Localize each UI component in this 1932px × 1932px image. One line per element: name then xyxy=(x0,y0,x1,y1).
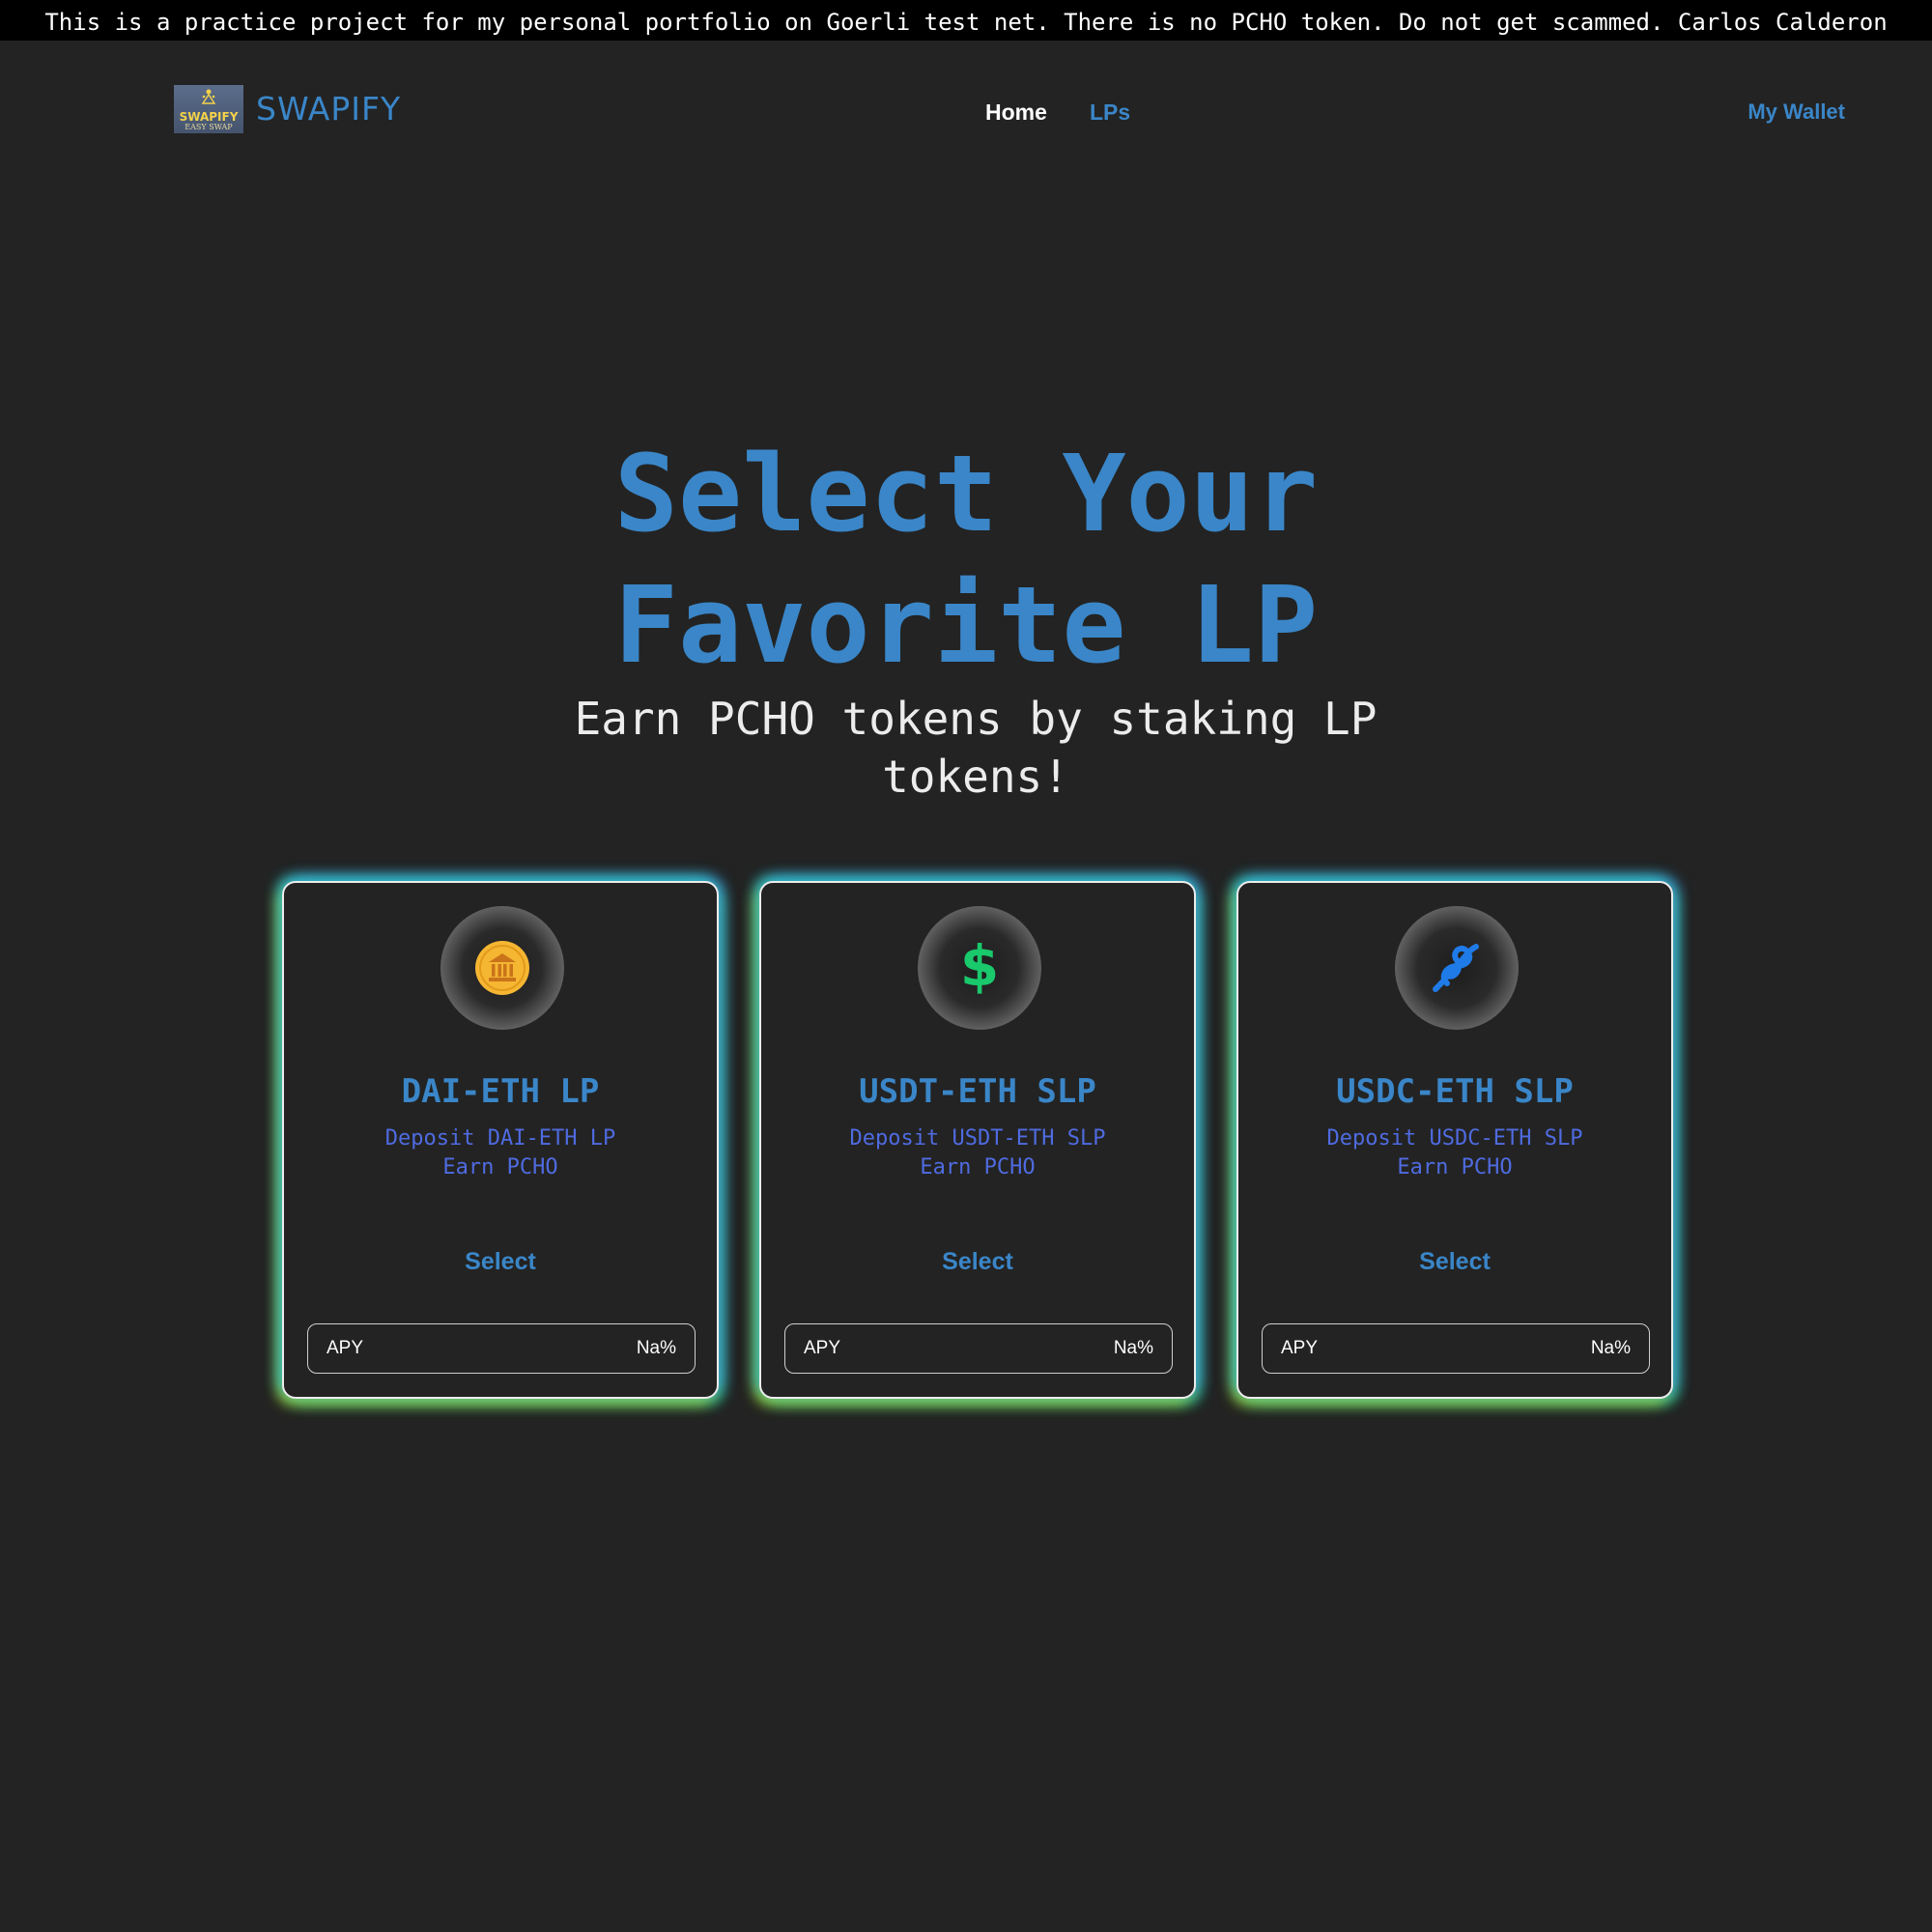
apy-value: Na% xyxy=(636,1338,676,1358)
my-wallet-button[interactable]: My Wallet xyxy=(1747,99,1845,125)
nav-lps-link[interactable]: LPs xyxy=(1090,99,1130,126)
swapify-logo[interactable]: SWAPIFY EASY SWAP xyxy=(174,85,243,133)
logo-title: SWAPIFY xyxy=(179,110,239,124)
hero-title-line-1: Select Your xyxy=(613,432,1319,555)
lp-deposit-text: Deposit USDT-ETH SLP xyxy=(849,1126,1106,1151)
hero-subtitle: Earn PCHO tokens by staking LP tokens! xyxy=(574,693,1378,803)
select-button[interactable]: Select xyxy=(1238,1248,1671,1276)
logo-subtitle: EASY SWAP xyxy=(185,123,233,131)
lp-name: DAI-ETH LP xyxy=(401,1072,600,1111)
token-coin xyxy=(440,906,564,1030)
token-coin xyxy=(1395,906,1519,1030)
token-coin: $ xyxy=(918,906,1041,1030)
lp-description: Deposit USDT-ETH SLP Earn PCHO xyxy=(761,1124,1194,1182)
apy-value: Na% xyxy=(1113,1338,1153,1358)
brand-name[interactable]: SWAPIFY xyxy=(256,90,401,128)
apy-value: Na% xyxy=(1590,1338,1631,1358)
apy-label: APY xyxy=(1281,1338,1319,1358)
apy-box: APY Na% xyxy=(307,1323,696,1374)
hero-title: Select Your Favorite LP xyxy=(0,428,1932,691)
logo-mark-icon xyxy=(201,89,216,104)
lp-earn-text: Earn PCHO xyxy=(442,1155,558,1179)
svg-text:$: $ xyxy=(960,939,999,997)
select-button[interactable]: Select xyxy=(284,1248,717,1276)
apy-label: APY xyxy=(804,1338,841,1358)
bank-icon xyxy=(475,941,529,995)
lp-card-dai-eth: DAI-ETH LP Deposit DAI-ETH LP Earn PCHO … xyxy=(282,881,719,1399)
lp-name: USDT-ETH SLP xyxy=(859,1072,1096,1111)
lp-card-usdc-eth: USDC-ETH SLP Deposit USDC-ETH SLP Earn P… xyxy=(1236,881,1673,1399)
lp-earn-text: Earn PCHO xyxy=(1397,1155,1513,1179)
apy-box: APY Na% xyxy=(1262,1323,1650,1374)
disclaimer-banner: This is a practice project for my person… xyxy=(0,0,1932,41)
lp-name: USDC-ETH SLP xyxy=(1336,1072,1574,1111)
lp-deposit-text: Deposit DAI-ETH LP xyxy=(384,1126,616,1151)
dollar-icon: $ xyxy=(960,939,999,997)
lp-description: Deposit USDC-ETH SLP Earn PCHO xyxy=(1238,1124,1671,1182)
select-button[interactable]: Select xyxy=(761,1248,1194,1276)
apy-label: APY xyxy=(327,1338,364,1358)
lp-earn-text: Earn PCHO xyxy=(920,1155,1036,1179)
lp-deposit-text: Deposit USDC-ETH SLP xyxy=(1326,1126,1583,1151)
knot-icon xyxy=(1433,944,1479,992)
nav-home-link[interactable]: Home xyxy=(985,99,1047,126)
lp-card-usdt-eth: $ USDT-ETH SLP Deposit USDT-ETH SLP Earn… xyxy=(759,881,1196,1399)
hero-title-line-2: Favorite LP xyxy=(613,563,1319,687)
lp-description: Deposit DAI-ETH LP Earn PCHO xyxy=(284,1124,717,1182)
apy-box: APY Na% xyxy=(784,1323,1173,1374)
